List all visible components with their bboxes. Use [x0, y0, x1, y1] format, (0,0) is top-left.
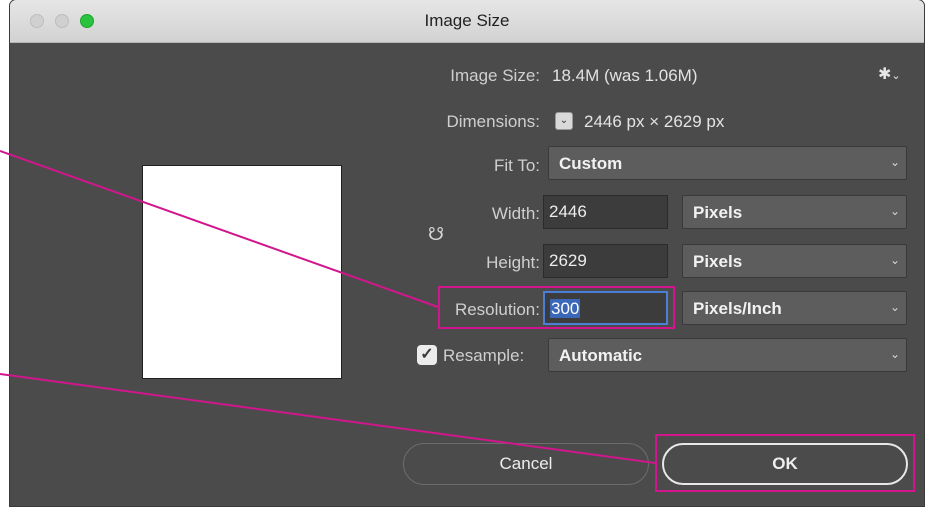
- resolution-callout-line: [0, 150, 439, 308]
- annotation-lines: [0, 150, 656, 464]
- ok-callout-line: [0, 373, 656, 464]
